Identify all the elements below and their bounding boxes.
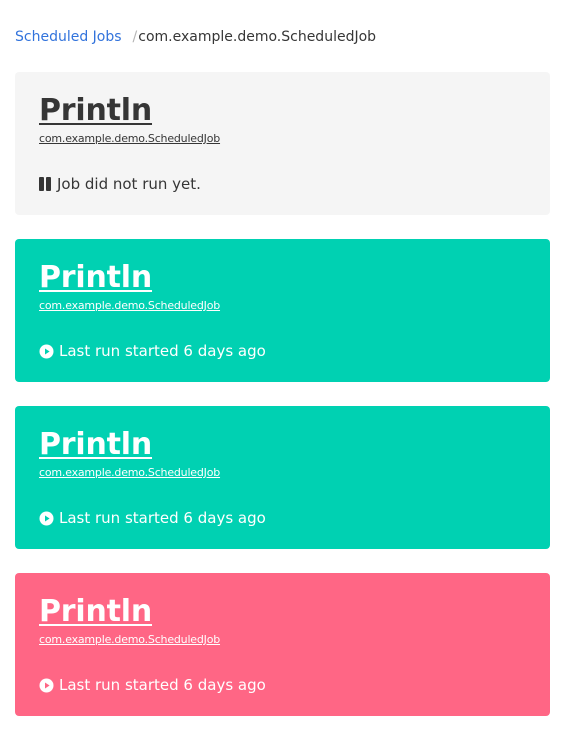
job-status-text: Job did not run yet. — [57, 175, 201, 193]
job-status-text: Last run started 6 days ago — [59, 509, 266, 527]
job-class-link[interactable]: com.example.demo.ScheduledJob — [39, 132, 526, 146]
job-card-failed: Println com.example.demo.ScheduledJob La… — [15, 573, 550, 716]
job-title-link[interactable]: Println — [39, 259, 152, 297]
job-title-link[interactable]: Println — [39, 426, 152, 464]
breadcrumb-current-job: com.example.demo.ScheduledJob — [138, 29, 377, 45]
job-class-link[interactable]: com.example.demo.ScheduledJob — [39, 633, 526, 647]
pause-icon — [39, 177, 52, 191]
job-status: Job did not run yet. — [39, 174, 201, 194]
job-class-link[interactable]: com.example.demo.ScheduledJob — [39, 466, 526, 480]
job-card-success: Println com.example.demo.ScheduledJob La… — [15, 239, 550, 382]
play-circle-icon — [39, 678, 54, 693]
job-card-pending: Println com.example.demo.ScheduledJob Jo… — [15, 72, 550, 215]
job-status: Last run started 6 days ago — [39, 508, 266, 528]
job-status-text: Last run started 6 days ago — [59, 676, 266, 694]
job-title-link[interactable]: Println — [39, 593, 152, 631]
play-circle-icon — [39, 511, 54, 526]
job-card-success: Println com.example.demo.ScheduledJob La… — [15, 406, 550, 549]
job-class-link[interactable]: com.example.demo.ScheduledJob — [39, 299, 526, 313]
breadcrumb-scheduled-jobs-link[interactable]: Scheduled Jobs — [15, 27, 122, 47]
breadcrumb: Scheduled Jobs / com.example.demo.Schedu… — [15, 27, 376, 47]
job-status: Last run started 6 days ago — [39, 341, 266, 361]
play-circle-icon — [39, 344, 54, 359]
job-status: Last run started 6 days ago — [39, 675, 266, 695]
job-status-text: Last run started 6 days ago — [59, 342, 266, 360]
breadcrumb-separator: / — [132, 29, 138, 45]
job-title-link[interactable]: Println — [39, 92, 152, 130]
